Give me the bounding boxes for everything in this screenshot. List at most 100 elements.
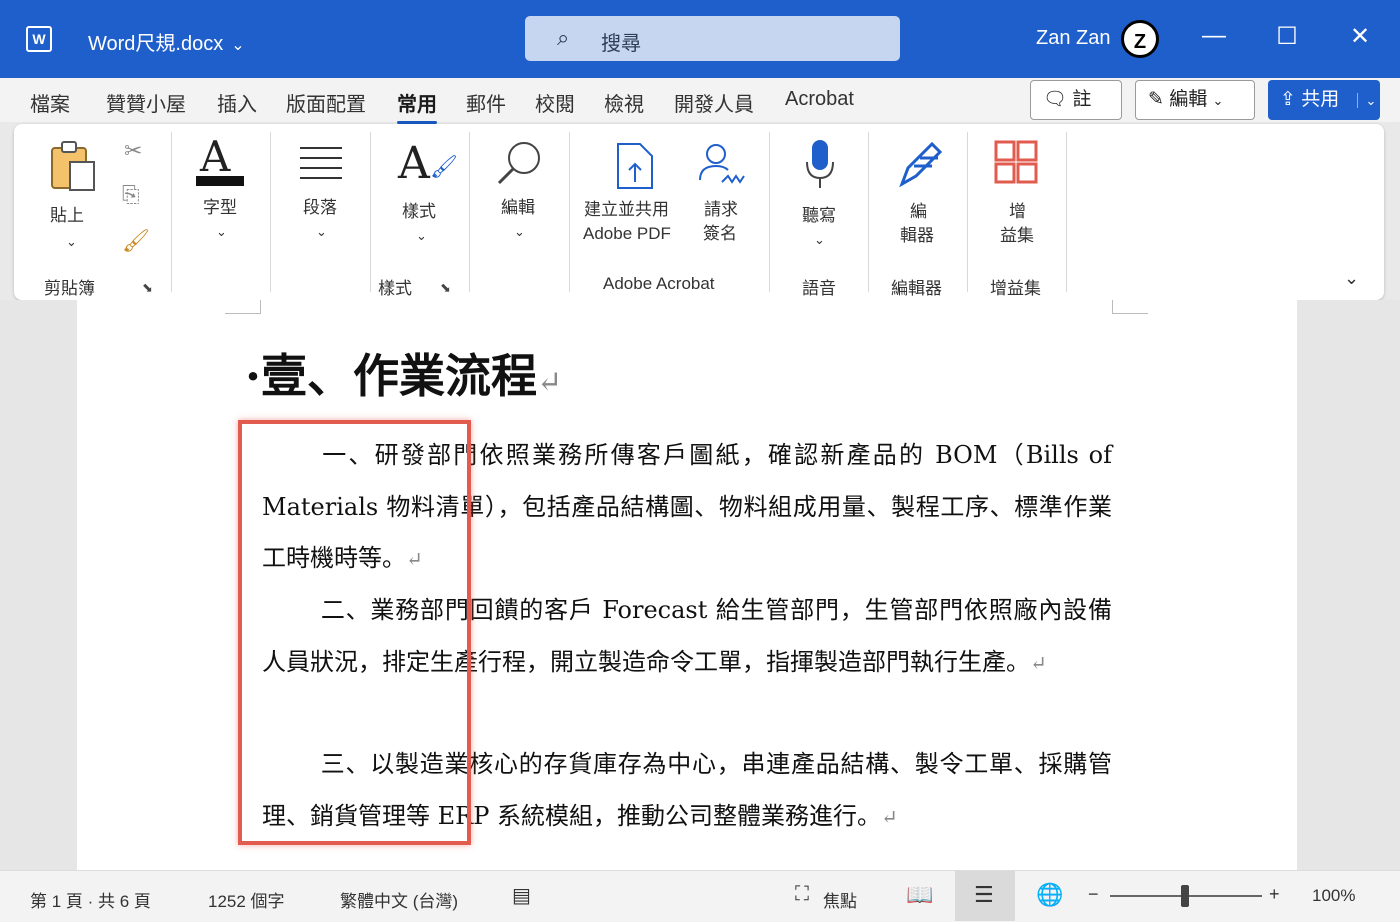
tab-zanzan[interactable]: 贊贊小屋 bbox=[106, 88, 186, 117]
group-separator bbox=[967, 132, 968, 292]
dictate-button[interactable]: 聽寫 bbox=[802, 204, 836, 228]
format-painter-icon[interactable]: 🖌 bbox=[122, 228, 150, 254]
tab-review[interactable]: 校閱 bbox=[535, 88, 575, 117]
clipboard-group-label: 剪貼簿 bbox=[44, 279, 95, 298]
pencil-icon: ✎ bbox=[1148, 89, 1164, 110]
search-box[interactable]: ⌕ 搜尋 bbox=[525, 16, 900, 61]
tab-layout[interactable]: 版面配置 bbox=[286, 88, 366, 117]
group-separator bbox=[868, 132, 869, 292]
brush-icon: 🖌 bbox=[430, 154, 458, 179]
group-separator bbox=[569, 132, 570, 292]
avatar[interactable]: Z bbox=[1121, 20, 1159, 58]
zoom-in-button[interactable]: + bbox=[1269, 884, 1280, 905]
heading-text: ·壹、作業流程 bbox=[245, 349, 538, 403]
close-button[interactable]: ✕ bbox=[1340, 22, 1380, 51]
print-layout-button[interactable]: ☰ bbox=[955, 871, 1015, 921]
minimize-button[interactable]: — bbox=[1194, 22, 1234, 50]
tab-view[interactable]: 檢視 bbox=[604, 88, 644, 117]
request-signature-icon[interactable] bbox=[698, 142, 748, 188]
paste-button[interactable]: 貼上 bbox=[50, 204, 84, 228]
editing-mode-button[interactable]: ✎ 編輯 ⌄ bbox=[1135, 80, 1255, 120]
document-title[interactable]: Word尺規.docx ⌄ bbox=[88, 27, 245, 56]
group-separator bbox=[270, 132, 271, 292]
search-placeholder: 搜尋 bbox=[601, 33, 641, 55]
tab-home[interactable]: 常用 bbox=[397, 88, 437, 124]
editor-label-2[interactable]: 輯器 bbox=[900, 224, 934, 248]
chevron-down-icon[interactable]: ⌄ bbox=[216, 224, 227, 240]
user-name[interactable]: Zan Zan bbox=[1036, 27, 1110, 50]
word-count[interactable]: 1252 個字 bbox=[208, 887, 285, 912]
font-color-bar bbox=[196, 176, 244, 186]
ribbon: 貼上 ⌄ ✂ ⎘ 🖌 剪貼簿 ⬊ A 字型 ⌄ 段落 ⌄ A 🖌 樣式 ⌄ 樣式… bbox=[14, 124, 1384, 300]
group-separator bbox=[769, 132, 770, 292]
editor-icon[interactable] bbox=[894, 138, 944, 190]
tab-insert[interactable]: 插入 bbox=[217, 88, 257, 117]
paragraph-mark: ↵ bbox=[1030, 650, 1047, 675]
read-mode-icon[interactable]: 📖 bbox=[906, 882, 933, 908]
focus-label[interactable]: 焦點 bbox=[823, 887, 857, 912]
group-separator bbox=[370, 132, 371, 292]
focus-icon[interactable]: ⛶ bbox=[795, 883, 809, 906]
maximize-button[interactable]: ☐ bbox=[1267, 22, 1307, 51]
search-icon: ⌕ bbox=[557, 25, 570, 50]
paragraph-icon[interactable] bbox=[298, 144, 344, 184]
collapse-ribbon-icon[interactable]: ⌄ bbox=[1344, 268, 1359, 289]
add-ins-label-1[interactable]: 增 bbox=[1009, 200, 1026, 224]
add-ins-icon[interactable] bbox=[994, 140, 1040, 186]
accessibility-icon[interactable]: ▤ bbox=[512, 883, 531, 908]
title-bar: W Word尺規.docx ⌄ ⌕ 搜尋 Zan Zan Z — ☐ ✕ bbox=[0, 0, 1400, 78]
copy-icon[interactable]: ⎘ bbox=[122, 182, 140, 208]
comments-button[interactable]: 🗨 註解 bbox=[1030, 80, 1122, 148]
font-button[interactable]: 字型 bbox=[203, 196, 237, 220]
zoom-out-button[interactable]: − bbox=[1088, 884, 1099, 905]
word-icon[interactable]: W bbox=[26, 26, 52, 52]
font-icon[interactable]: A bbox=[200, 132, 230, 181]
add-ins-label-2[interactable]: 益集 bbox=[1000, 224, 1034, 248]
editing-button[interactable]: 編輯 bbox=[501, 196, 535, 220]
styles-button[interactable]: 樣式 bbox=[402, 200, 436, 224]
chevron-down-icon: ⌄ bbox=[1212, 93, 1224, 108]
cut-icon[interactable]: ✂ bbox=[124, 138, 142, 164]
document-title-text: Word尺規.docx bbox=[88, 33, 224, 55]
paste-icon[interactable] bbox=[48, 138, 98, 194]
zoom-level[interactable]: 100% bbox=[1312, 886, 1355, 906]
chevron-down-icon: ⌄ bbox=[231, 37, 245, 54]
request-sign-label-2[interactable]: 簽名 bbox=[703, 222, 737, 246]
add-ins-group-label: 增益集 bbox=[990, 279, 1041, 298]
dialog-launcher-icon[interactable]: ⬊ bbox=[142, 280, 153, 296]
print-layout-icon: ☰ bbox=[974, 882, 994, 907]
tab-file[interactable]: 檔案 bbox=[30, 88, 70, 117]
request-sign-label-1[interactable]: 請求 bbox=[704, 198, 738, 222]
tab-mailings[interactable]: 郵件 bbox=[466, 88, 506, 117]
tab-acrobat[interactable]: Acrobat bbox=[785, 88, 854, 111]
chevron-down-icon[interactable]: ⌄ bbox=[514, 224, 525, 240]
paragraph-mark: ↵ bbox=[881, 804, 898, 829]
chevron-down-icon[interactable]: ⌄ bbox=[416, 228, 427, 244]
share-label: 共用 bbox=[1301, 89, 1340, 110]
styles-icon[interactable]: A bbox=[398, 138, 430, 189]
tab-developer[interactable]: 開發人員 bbox=[674, 88, 754, 117]
chevron-down-icon[interactable]: ⌄ bbox=[316, 224, 327, 240]
dialog-launcher-icon[interactable]: ⬊ bbox=[440, 280, 451, 296]
editor-group-label: 編輯器 bbox=[891, 279, 942, 298]
page-count[interactable]: 第 1 頁 · 共 6 頁 bbox=[30, 887, 151, 912]
editor-label-1[interactable]: 編 bbox=[910, 200, 927, 224]
share-button[interactable]: ⇪ 共用 ⌄ bbox=[1268, 80, 1380, 120]
chevron-down-icon[interactable]: ⌄ bbox=[66, 234, 77, 250]
group-separator bbox=[171, 132, 172, 292]
language-indicator[interactable]: 繁體中文 (台灣) bbox=[340, 887, 458, 912]
acrobat-group-label: Adobe Acrobat bbox=[603, 274, 715, 293]
paragraph-button[interactable]: 段落 bbox=[303, 196, 337, 220]
web-layout-icon[interactable]: 🌐 bbox=[1036, 882, 1063, 908]
create-pdf-label-1[interactable]: 建立並共用 bbox=[584, 198, 669, 222]
create-pdf-icon[interactable] bbox=[614, 142, 658, 190]
create-pdf-label-2[interactable]: Adobe PDF bbox=[583, 222, 671, 246]
find-icon[interactable] bbox=[494, 138, 544, 188]
microphone-icon[interactable] bbox=[804, 138, 836, 190]
editing-mode-label: 編輯 bbox=[1169, 89, 1208, 110]
zoom-slider-thumb[interactable] bbox=[1181, 885, 1189, 907]
document-heading[interactable]: ·壹、作業流程↵ bbox=[245, 340, 562, 406]
group-separator bbox=[469, 132, 470, 292]
group-separator bbox=[1066, 132, 1067, 292]
chevron-down-icon[interactable]: ⌄ bbox=[814, 232, 825, 248]
